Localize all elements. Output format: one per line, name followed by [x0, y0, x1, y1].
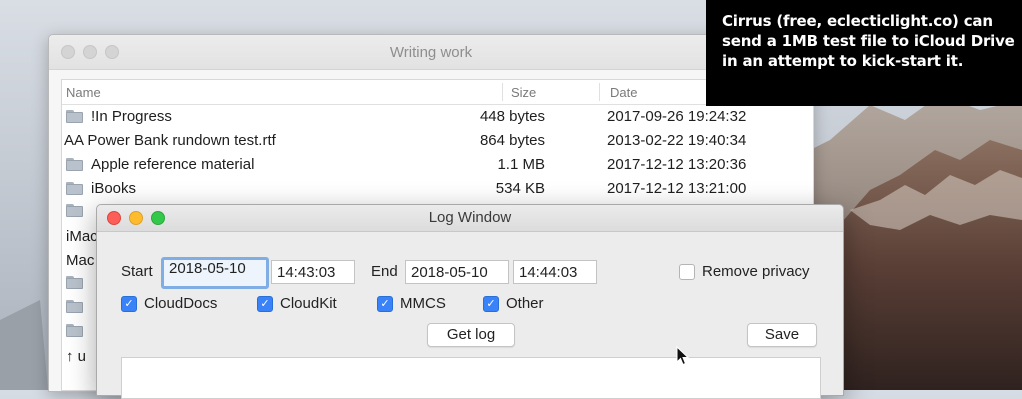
item-name-partial: iMac [66, 228, 98, 245]
list-item[interactable]: AA Power Bank rundown test.rtf 864 bytes… [62, 129, 813, 153]
mmcs-label: MMCS [400, 295, 446, 312]
get-log-button[interactable]: Get log [427, 323, 515, 347]
log-window-title: Log Window [428, 209, 512, 226]
caption-box: Cirrus (free, eclecticlight.co) can send… [706, 0, 1022, 106]
item-date: 2013-02-22 19:40:34 [607, 132, 747, 149]
folder-icon [66, 158, 83, 171]
folder-icon [66, 204, 83, 217]
cloudkit-checkbox[interactable]: ✓ CloudKit [257, 295, 337, 312]
folder-icon [66, 276, 83, 289]
list-item[interactable]: Apple reference material 1.1 MB 2017-12-… [62, 153, 813, 177]
item-size: 448 bytes [479, 108, 545, 125]
caption-line: Cirrus (free, eclecticlight.co) can [722, 12, 993, 30]
save-button[interactable]: Save [747, 323, 817, 347]
mmcs-checkbox[interactable]: ✓ MMCS [377, 295, 446, 312]
window-title: Writing work [389, 44, 473, 61]
item-name-partial: ↑ u [66, 348, 87, 365]
remove-privacy-checkbox[interactable]: Remove privacy [679, 263, 810, 280]
folder-icon [66, 300, 83, 313]
column-header-size[interactable]: Size [511, 85, 536, 100]
checkmark-icon: ✓ [121, 295, 137, 312]
start-time-field[interactable]: 14:43:03 [271, 260, 355, 284]
end-date-field[interactable]: 2018-05-10 [405, 260, 509, 284]
end-label: End [371, 263, 398, 280]
item-date: 2017-12-12 13:21:00 [607, 180, 747, 197]
item-size: 864 bytes [479, 132, 545, 149]
clouddocs-checkbox[interactable]: ✓ CloudDocs [121, 295, 217, 312]
log-window-titlebar[interactable]: Log Window [97, 205, 843, 232]
other-label: Other [506, 295, 544, 312]
column-header-date[interactable]: Date [610, 85, 637, 100]
list-item[interactable]: !In Progress 448 bytes 2017-09-26 19:24:… [62, 105, 813, 129]
item-name: iBooks [91, 180, 137, 197]
window-titlebar[interactable]: Writing work [49, 35, 813, 70]
checkmark-icon: ✓ [483, 295, 499, 312]
start-label: Start [121, 263, 153, 280]
checkmark-icon: ✓ [257, 295, 273, 312]
start-date-field[interactable]: 2018-05-10 [161, 257, 269, 289]
item-name: Apple reference material [91, 156, 255, 173]
log-window: Log Window Start 2018-05-10 14:43:03 End… [96, 204, 844, 399]
item-size: 1.1 MB [497, 156, 545, 173]
item-date: 2017-12-12 13:20:36 [607, 156, 747, 173]
cloudkit-label: CloudKit [280, 295, 337, 312]
list-item[interactable]: iBooks 534 KB 2017-12-12 13:21:00 [62, 177, 813, 201]
mouse-pointer-icon [676, 345, 690, 371]
log-output-area[interactable] [121, 357, 821, 399]
item-name: AA Power Bank rundown test.rtf [64, 132, 276, 149]
item-date: 2017-09-26 19:24:32 [607, 108, 747, 125]
folder-icon [66, 182, 83, 195]
other-checkbox[interactable]: ✓ Other [483, 295, 544, 312]
folder-icon [66, 110, 83, 123]
end-time-field[interactable]: 14:44:03 [513, 260, 597, 284]
item-size: 534 KB [495, 180, 545, 197]
column-header-name[interactable]: Name [66, 85, 101, 100]
caption-line: send a 1MB test file to iCloud Drive [722, 32, 1015, 50]
list-header: Name Size Date [62, 80, 813, 105]
folder-icon [66, 324, 83, 337]
item-name-partial: Mac [66, 252, 95, 269]
item-name: !In Progress [91, 108, 172, 125]
remove-privacy-label: Remove privacy [702, 263, 810, 280]
checkbox-box [679, 263, 695, 280]
clouddocs-label: CloudDocs [144, 295, 218, 312]
checkmark-icon: ✓ [377, 295, 393, 312]
caption-line: in an attempt to kick-start it. [722, 52, 964, 70]
